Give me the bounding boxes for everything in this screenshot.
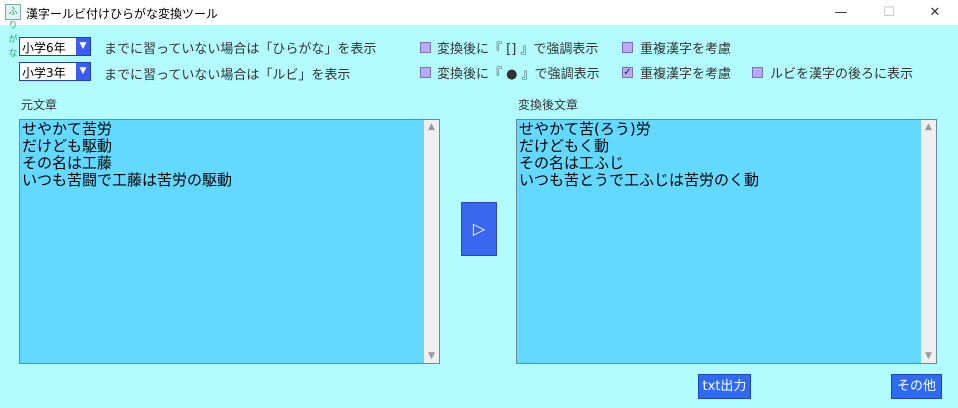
source-label: 元文章 bbox=[21, 98, 58, 112]
source-text: せやかて苦労 だけども駆動 その名は工藤 いつも苦闘で工藤は苦労の駆動 bbox=[22, 120, 233, 189]
ruby-after-kanji-checkbox[interactable] bbox=[752, 67, 763, 78]
other-button[interactable]: その他 bbox=[891, 374, 942, 399]
result-textarea[interactable]: せやかて苦(ろう)労 だけどもく動 その名は工ふじ いつも苦とうで工ふじは苦労の… bbox=[516, 119, 937, 364]
title-bar: ふりがな 漢字ールビ付けひらがな変換ツール — ☐ ✕ bbox=[0, 0, 958, 59]
source-scrollbar[interactable]: ▲ ▼ bbox=[424, 120, 439, 363]
ruby-grade-select[interactable]: 小学3年 ▼ bbox=[19, 62, 91, 81]
hiragana-grade-select[interactable]: 小学6年 ▼ bbox=[19, 37, 91, 56]
window-title: 漢字ールビ付けひらがな変換ツール bbox=[26, 7, 219, 21]
emphasis-dot-checkbox[interactable] bbox=[420, 67, 431, 78]
duplicate-kanji-checkbox-2[interactable]: ✓ bbox=[622, 67, 633, 78]
result-text: せやかて苦(ろう)労 だけどもく動 その名は工ふじ いつも苦とうで工ふじは苦労の… bbox=[519, 120, 760, 189]
duplicate-kanji-label-1: 重複漢字を考慮 bbox=[640, 42, 732, 57]
source-textarea[interactable]: せやかて苦労 だけども駆動 その名は工藤 いつも苦闘で工藤は苦労の駆動 ▲ ▼ bbox=[19, 119, 440, 364]
ruby-grade-value: 小学3年 bbox=[22, 66, 66, 80]
convert-button[interactable]: ▷ bbox=[461, 202, 497, 256]
duplicate-kanji-checkbox-1[interactable] bbox=[622, 42, 633, 53]
emphasis-bracket-checkbox[interactable] bbox=[420, 42, 431, 53]
result-label: 変換後文章 bbox=[518, 98, 579, 112]
hiragana-grade-value: 小学6年 bbox=[22, 41, 66, 55]
emphasis-dot-label: 変換後に『 ● 』で強調表示 bbox=[437, 67, 600, 82]
scroll-up-icon[interactable]: ▲ bbox=[921, 120, 936, 134]
scroll-up-icon[interactable]: ▲ bbox=[424, 120, 439, 134]
ruby-after-kanji-label: ルビを漢字の後ろに表示 bbox=[770, 67, 914, 82]
ruby-rule-text: までに習っていない場合は「ルビ」を表示 bbox=[104, 68, 351, 83]
txt-output-button[interactable]: txt出力 bbox=[698, 374, 751, 399]
scroll-down-icon[interactable]: ▼ bbox=[424, 349, 439, 363]
emphasis-bracket-label: 変換後に『 [] 』で強調表示 bbox=[437, 42, 599, 57]
close-button[interactable]: ✕ bbox=[912, 0, 958, 25]
scroll-down-icon[interactable]: ▼ bbox=[921, 349, 936, 363]
chevron-down-icon: ▼ bbox=[76, 38, 90, 55]
maximize-button[interactable]: ☐ bbox=[866, 0, 912, 25]
result-scrollbar[interactable]: ▲ ▼ bbox=[921, 120, 936, 363]
minimize-button[interactable]: — bbox=[818, 0, 864, 25]
checkmark-icon: ✓ bbox=[623, 67, 632, 78]
chevron-down-icon: ▼ bbox=[76, 63, 90, 80]
app-icon: ふりがな bbox=[5, 4, 21, 59]
duplicate-kanji-label-2: 重複漢字を考慮 bbox=[640, 67, 732, 82]
hiragana-rule-text: までに習っていない場合は「ひらがな」を表示 bbox=[104, 42, 377, 57]
